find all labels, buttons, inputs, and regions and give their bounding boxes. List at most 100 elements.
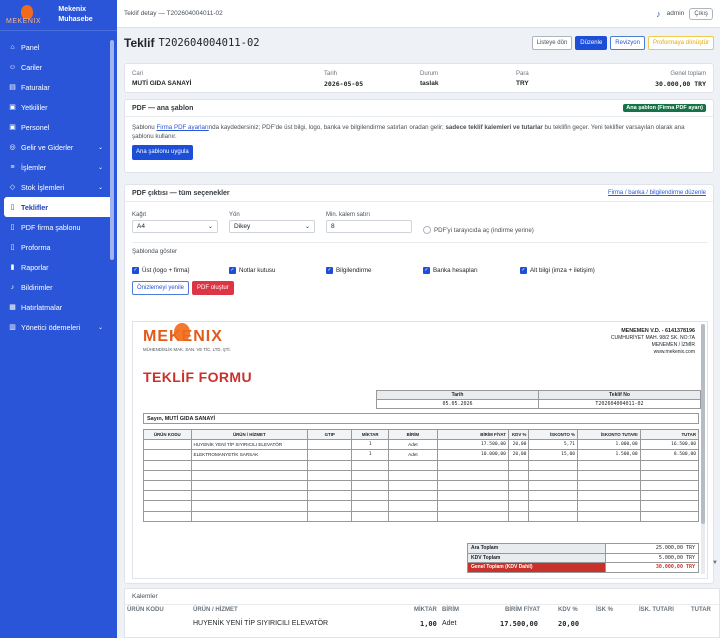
- scroll-down-icon[interactable]: ▼: [712, 560, 718, 566]
- sidebar-item-label: İşlemler: [21, 162, 47, 172]
- sidebar-item-label: Personel: [21, 122, 50, 132]
- checkbox-1[interactable]: ✓ Üst (logo + firma): [132, 267, 190, 274]
- breadcrumb: Teklif detay — T202604004011-02: [124, 10, 223, 17]
- items-col-header: ÜRÜN / HİZMET: [193, 607, 238, 613]
- table-cell: [528, 459, 578, 471]
- back-to-list-button[interactable]: Listeye dön: [531, 36, 573, 50]
- sidebar-item-11[interactable]: ▯ Proforma: [0, 237, 113, 257]
- brand[interactable]: MEKENIX Mekenix Muhasebe: [0, 0, 117, 31]
- refresh-preview-button[interactable]: Önizlemeyi yenile: [132, 281, 190, 295]
- table-cell: 20,00: [507, 439, 530, 451]
- table-cell: [307, 449, 353, 461]
- sidebar-item-12[interactable]: ▮ Raporlar: [0, 257, 113, 277]
- person-badge-icon: ▣: [9, 103, 16, 111]
- sidebar-item-13[interactable]: ♪ Bildirimler: [0, 277, 113, 297]
- table-cell: [190, 500, 309, 512]
- table-cell: [351, 479, 390, 492]
- sidebar-item-3[interactable]: ▤ Faturalar: [0, 77, 113, 97]
- dashboard-icon: ⌂: [10, 43, 15, 51]
- paper-select[interactable]: A4 ⌄: [132, 220, 218, 233]
- table-cell: [436, 469, 509, 481]
- grand-total-value: 30.000,00 TRY: [655, 80, 706, 88]
- items-title: Kalemler: [125, 589, 719, 605]
- sidebar-item-label: Yönetici ödemeleri: [21, 322, 81, 332]
- show-in-template-label: Şablonda göster: [132, 248, 178, 255]
- table-cell: [507, 490, 530, 502]
- paper-value: A4: [137, 223, 145, 230]
- sidebar-item-15[interactable]: ▥ Yönetici ödemeleri ⌄: [0, 317, 113, 337]
- table-cell: [528, 490, 578, 502]
- cari-value: MUTİ GIDA SANAYİ: [132, 80, 192, 87]
- date-value: 2026-05-05: [324, 80, 364, 88]
- topbar: Teklif detay — T202604004011-02 ♪ admin …: [117, 0, 720, 28]
- revision-button[interactable]: Revizyon: [610, 36, 645, 50]
- pdf-options-card: PDF çıktısı — tüm seçenekler Firma / bank…: [124, 184, 714, 584]
- sidebar-item-7[interactable]: ≡ İşlemler ⌄: [0, 157, 113, 177]
- sidebar-item-5[interactable]: ▣ Personel: [0, 117, 113, 137]
- preview-scrollbar[interactable]: [701, 324, 705, 574]
- checkbox-4[interactable]: ✓ Banka hesapları: [423, 267, 478, 274]
- firm-pdf-settings-link[interactable]: Firma PDF ayarları: [156, 124, 208, 131]
- sidebar-scrollbar[interactable]: [110, 40, 114, 260]
- pdf-preview[interactable]: MEKENIX MÜHENDİSLİK MAK. SAN. VE TİC. LT…: [132, 321, 708, 579]
- orientation-select[interactable]: Dikey ⌄: [229, 220, 315, 233]
- sidebar-item-1[interactable]: ⌂ Panel: [0, 37, 113, 57]
- table-cell: 17.500,00: [436, 439, 509, 451]
- sidebar-item-label: Proforma: [21, 242, 51, 252]
- item-vat: 20,00: [558, 620, 580, 628]
- website: www.mekenix.com: [653, 349, 695, 355]
- checkbox-checked-icon: ✓: [132, 267, 139, 274]
- table-cell: [143, 449, 192, 461]
- sidebar-item-10[interactable]: ▯ PDF firma şablonu: [0, 217, 113, 237]
- table-row: [143, 479, 700, 492]
- edit-button[interactable]: Düzenle: [575, 36, 608, 50]
- page-header: Teklif T202604004011-02 Listeye dön Düze…: [124, 36, 714, 50]
- cari-label: Cari: [132, 71, 144, 77]
- radio-circle-icon: [423, 226, 431, 234]
- apply-template-button[interactable]: Ana şablonu uygula: [132, 145, 193, 160]
- min-rows-input[interactable]: 8: [326, 220, 412, 233]
- items-col-header: BİRİM: [442, 607, 459, 613]
- table-cell: [639, 500, 700, 512]
- table-cell: 1: [351, 439, 390, 451]
- bell-icon[interactable]: ♪: [656, 9, 661, 19]
- id-card-icon: ▣: [9, 123, 16, 131]
- checkbox-3[interactable]: ✓ Bilgilendirme: [326, 267, 371, 274]
- meta-date: 05.05.2026: [376, 399, 539, 409]
- sidebar-item-4[interactable]: ▣ Yetkililer: [0, 97, 113, 117]
- table-cell: [190, 479, 309, 492]
- pdf-options-title: PDF çıktısı — tüm seçenekler: [132, 189, 230, 197]
- sidebar-item-6[interactable]: ◎ Gelir ve Giderler ⌄: [0, 137, 113, 157]
- sidebar-item-label: Panel: [21, 42, 40, 52]
- checkbox-2[interactable]: ✓ Notlar kutusu: [229, 267, 275, 274]
- table-cell: [576, 469, 641, 481]
- sidebar-item-8[interactable]: ◇ Stok İşlemleri ⌄: [0, 177, 113, 197]
- grand-total-label: Genel toplam: [670, 71, 706, 77]
- totals-value: 25.000,00 TRY: [605, 543, 699, 554]
- file-pdf-icon: ▯: [10, 223, 15, 231]
- table-cell: [307, 479, 353, 492]
- sidebar-item-2[interactable]: ☺ Cariler: [0, 57, 113, 77]
- sidebar-item-label: Teklifler: [21, 202, 49, 212]
- open-in-browser-radio[interactable]: PDF'yi tarayıcıda aç (indirme yerine): [423, 226, 534, 234]
- sidebar-item-label: Gelir ve Giderler: [21, 142, 74, 152]
- currency-value: TRY: [516, 80, 529, 87]
- edit-firm-info-link[interactable]: Firma / banka / bilgilendirme düzenle: [608, 190, 706, 196]
- table-cell: [507, 469, 530, 481]
- items-col-header: TUTAR: [691, 607, 711, 613]
- checkbox-5[interactable]: ✓ Alt bilgi (imza + iletişim): [520, 267, 595, 274]
- create-pdf-button[interactable]: PDF oluştur: [192, 281, 234, 295]
- convert-proforma-button[interactable]: Proformaya dönüştür: [647, 36, 714, 50]
- sidebar: MEKENIX Mekenix Muhasebe ⌂ Panel ☺ Cariler ▤…: [0, 0, 117, 638]
- item-product: HUYENİK YENİ TİP SIYIRICILI ELEVATÖR: [193, 620, 329, 627]
- user-name[interactable]: admin: [667, 10, 685, 17]
- users-icon: ☺: [8, 63, 17, 71]
- sidebar-item-9[interactable]: ▯ Teklifler: [4, 197, 113, 217]
- checkbox-label: Üst (logo + firma): [142, 267, 190, 274]
- logout-button[interactable]: Çıkış: [689, 7, 713, 20]
- table-cell: [351, 500, 390, 512]
- table-cell: [639, 469, 700, 481]
- sidebar-item-14[interactable]: ▦ Hatırlatmalar: [0, 297, 113, 317]
- chevron-down-icon: ⌄: [97, 164, 103, 171]
- table-cell: [528, 479, 578, 492]
